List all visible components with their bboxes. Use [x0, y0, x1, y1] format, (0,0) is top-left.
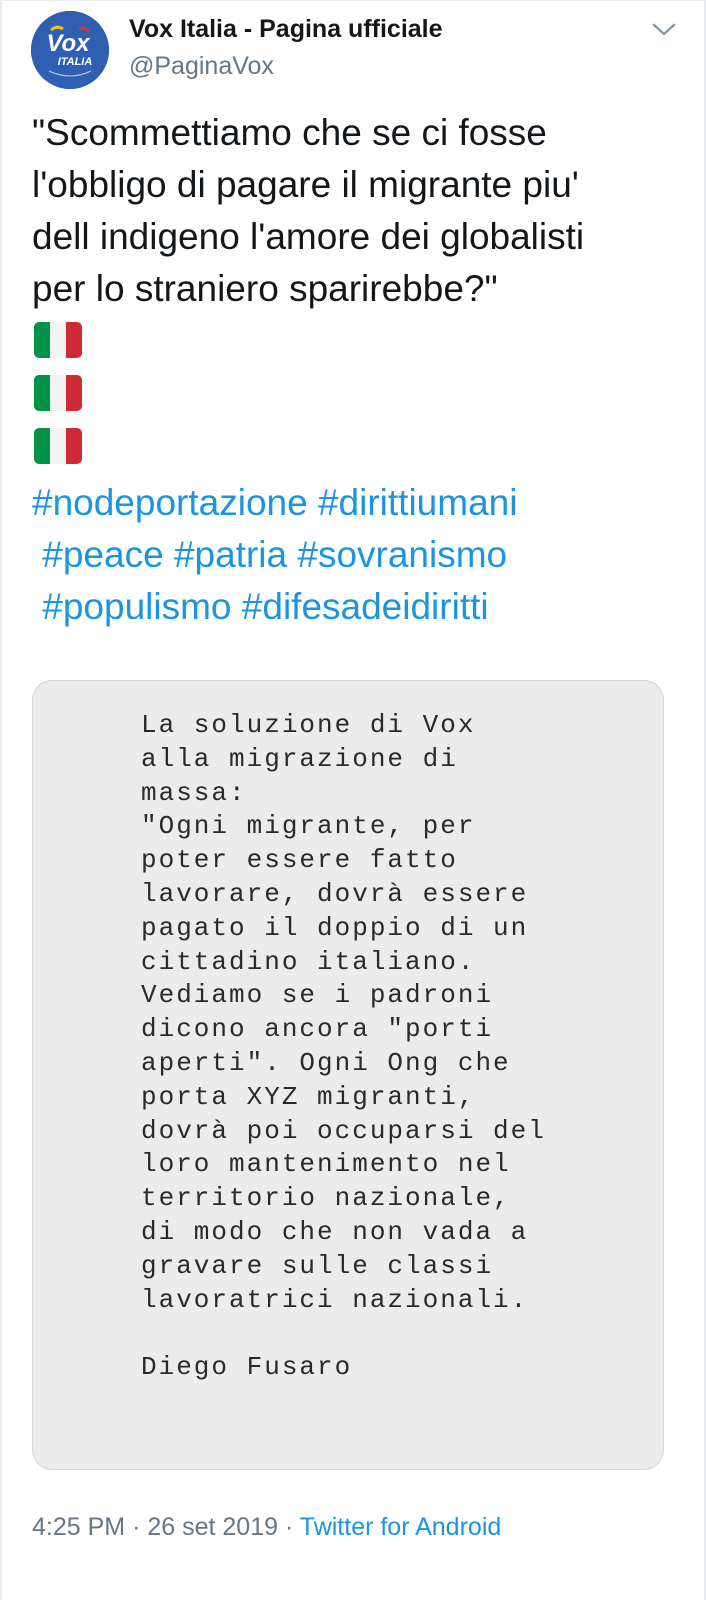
hashtag-link[interactable]: #peace [42, 534, 163, 575]
hashtag-link[interactable]: #sovranismo [297, 534, 507, 575]
italy-flag-icon [34, 428, 82, 464]
author-display-name[interactable]: Vox Italia - Pagina ufficiale [129, 15, 443, 44]
hashtag-line: #populismo #difesadeidiritti [32, 581, 682, 633]
tweet-time[interactable]: 4:25 PM [32, 1513, 125, 1541]
author-handle[interactable]: @PaginaVox [129, 52, 274, 81]
hashtag-line: #peace #patria #sovranismo [32, 529, 682, 581]
quote-line: massa: [141, 777, 247, 808]
quote-line: aperti". Ogni Ong che [141, 1047, 511, 1078]
meta-separator: · [284, 1513, 294, 1541]
quote-line: cittadino italiano. [141, 946, 476, 977]
tweet-date[interactable]: 26 set 2019 [147, 1513, 278, 1541]
quote-line: lavorare, dovrà essere [141, 878, 529, 909]
hashtag-link[interactable]: #nodeportazione [32, 482, 308, 523]
italy-flag-icon [34, 375, 82, 411]
meta-separator: · [132, 1513, 141, 1541]
hashtag-block: #nodeportazione #dirittiumani #peace #pa… [32, 477, 682, 633]
quote-line: lavoratrici nazionali. [141, 1284, 529, 1315]
tweet-source-link[interactable]: Twitter for Android [300, 1513, 501, 1541]
quote-text: La soluzione di Vox alla migrazione di m… [141, 709, 641, 1385]
quote-line: loro mantenimento nel [141, 1149, 511, 1180]
tweet-meta: 4:25 PM · 26 set 2019 · Twitter for Andr… [32, 1513, 501, 1542]
quote-line: dicono ancora "porti [141, 1014, 494, 1045]
chevron-down-icon[interactable] [650, 17, 678, 41]
quote-line: pagato il doppio di un [141, 912, 529, 943]
hashtag-line: #nodeportazione #dirittiumani [32, 477, 682, 529]
quote-line: dovrà poi occuparsi del [141, 1115, 546, 1146]
avatar[interactable]: Vox ITALIA [31, 11, 109, 89]
quote-line: Vediamo se i padroni [141, 980, 494, 1011]
quote-author: Diego Fusaro [141, 1352, 353, 1383]
quote-line: "Ogni migrante, per [141, 811, 476, 842]
quote-line: territorio nazionale, [141, 1183, 511, 1214]
hashtag-link[interactable]: #patria [174, 534, 287, 575]
svg-text:Vox: Vox [46, 30, 91, 57]
hashtag-link[interactable]: #dirittiumani [318, 482, 517, 523]
hashtag-link[interactable]: #difesadeidiritti [242, 586, 489, 627]
quote-line: gravare sulle classi [141, 1250, 494, 1281]
svg-text:ITALIA: ITALIA [58, 56, 93, 68]
quote-line: porta XYZ migranti, [141, 1081, 476, 1112]
quote-line: alla migrazione di [141, 743, 458, 774]
attached-image[interactable]: La soluzione di Vox alla migrazione di m… [32, 680, 664, 1470]
quote-line: La soluzione di Vox [141, 710, 476, 740]
tweet-text: "Scommettiamo che se ci fosse l'obbligo … [32, 112, 585, 309]
vox-italia-logo: Vox ITALIA [31, 11, 109, 89]
tweet-card: Vox ITALIA Vox Italia - Pagina ufficiale… [0, 0, 706, 1600]
hashtag-link[interactable]: #populismo [42, 586, 231, 627]
quote-line: poter essere fatto [141, 845, 458, 876]
quote-line: di modo che non vada a [141, 1216, 529, 1247]
italy-flag-icon [34, 322, 82, 358]
